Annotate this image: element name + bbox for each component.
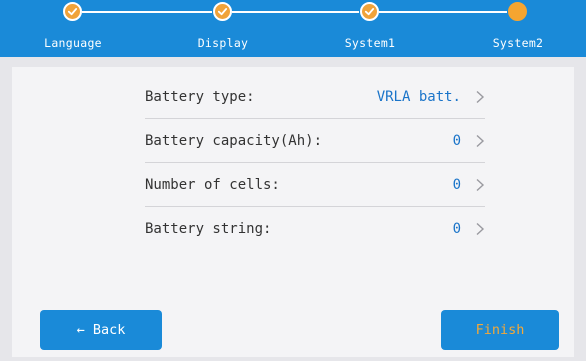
chevron-right-icon xyxy=(476,90,485,103)
chevron-right-icon xyxy=(476,134,485,147)
setting-row-battery-string[interactable]: Battery string: 0 xyxy=(145,207,485,251)
step-connector xyxy=(379,11,507,13)
finish-button-label: Finish xyxy=(475,322,525,338)
check-icon xyxy=(67,8,78,16)
setting-value: 0 xyxy=(452,176,461,193)
step-4-current-dot xyxy=(508,2,527,21)
step-1-check-icon xyxy=(63,2,82,21)
step-label-system2: System2 xyxy=(492,36,544,50)
setting-label: Battery type: xyxy=(145,88,255,105)
setting-row-battery-type[interactable]: Battery type: VRLA batt. xyxy=(145,75,485,119)
setting-row-battery-capacity[interactable]: Battery capacity(Ah): 0 xyxy=(145,119,485,163)
check-icon xyxy=(364,8,375,16)
setting-value: 0 xyxy=(452,132,461,149)
check-icon xyxy=(217,8,228,16)
step-label-language: Language xyxy=(44,36,102,50)
setting-label: Battery capacity(Ah): xyxy=(145,132,323,149)
step-connector xyxy=(82,11,212,13)
chevron-right-icon xyxy=(476,178,485,191)
step-connector xyxy=(232,11,359,13)
setup-wizard-screen: Language Display System1 System2 Battery… xyxy=(0,0,586,361)
back-button[interactable]: ← Back xyxy=(40,310,162,350)
step-3-check-icon xyxy=(360,2,379,21)
step-2-check-icon xyxy=(213,2,232,21)
step-label-display: Display xyxy=(197,36,249,50)
step-label-system1: System1 xyxy=(344,36,396,50)
wizard-stepper: Language Display System1 System2 xyxy=(0,0,586,57)
finish-button[interactable]: Finish xyxy=(441,310,559,350)
setting-label: Battery string: xyxy=(145,221,272,237)
setting-value: VRLA batt. xyxy=(376,88,461,105)
setting-value: 0 xyxy=(452,221,461,237)
chevron-right-icon xyxy=(476,222,485,236)
setting-label: Number of cells: xyxy=(145,176,280,193)
back-button-label: Back xyxy=(92,322,126,338)
setting-row-number-of-cells[interactable]: Number of cells: 0 xyxy=(145,163,485,207)
arrow-left-icon: ← xyxy=(76,322,85,338)
